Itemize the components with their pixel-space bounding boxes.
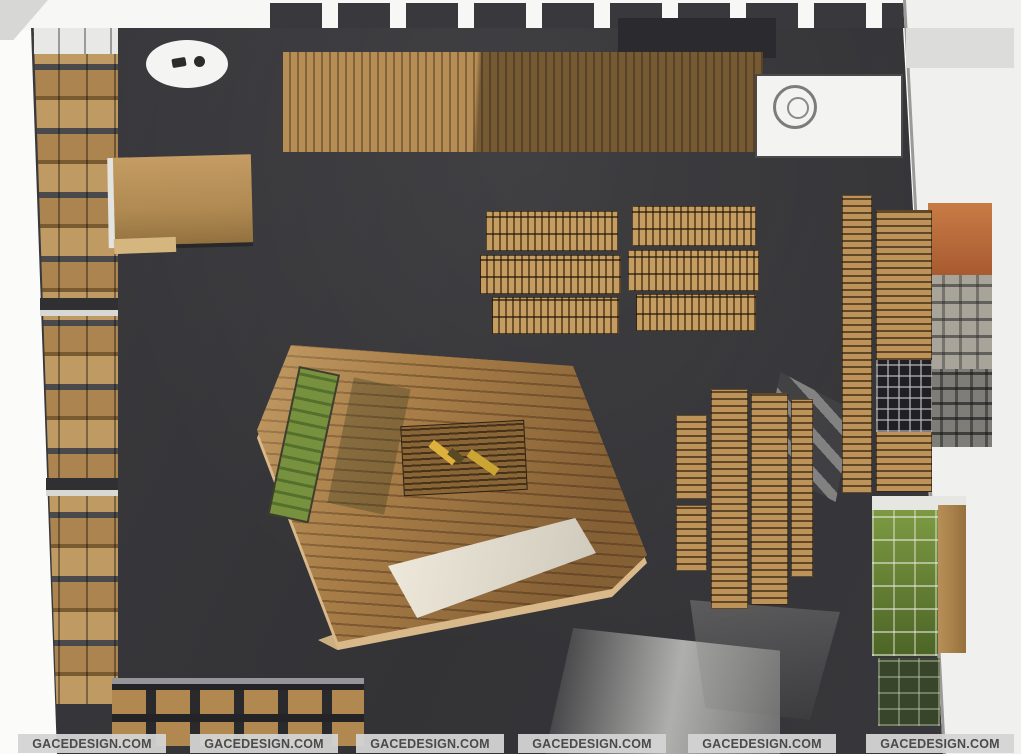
fixture-detail bbox=[194, 56, 205, 67]
slat-display-table bbox=[628, 250, 759, 291]
green-shelf-unit bbox=[872, 510, 938, 656]
slat-display-table bbox=[486, 211, 618, 251]
vertical-slat-rack bbox=[711, 389, 748, 609]
shelf-top-edge bbox=[40, 310, 118, 316]
slat-panel-shadow bbox=[283, 52, 763, 152]
wood-desk bbox=[113, 154, 253, 246]
slat-display-table bbox=[492, 297, 619, 334]
vertical-slat-rack bbox=[676, 505, 707, 571]
green-shelf-unit-small bbox=[878, 658, 940, 726]
wall-poster-top bbox=[928, 203, 992, 275]
shelf-top-edge bbox=[46, 490, 118, 496]
watermark-text: GACEDESIGN.COM bbox=[204, 737, 323, 751]
hvac-fan-hub bbox=[787, 97, 809, 119]
skylight-panels bbox=[270, 3, 905, 28]
slat-display-table bbox=[632, 206, 756, 246]
rack-cubby-grid bbox=[876, 360, 932, 432]
watermark-text: GACEDESIGN.COM bbox=[370, 737, 489, 751]
ceiling-light-fixture bbox=[146, 40, 228, 88]
green-shelf-wood-side bbox=[938, 505, 966, 653]
vertical-slat-rack bbox=[676, 415, 707, 499]
store-interior-render: GACEDESIGN.COM GACEDESIGN.COM GACEDESIGN… bbox=[0, 0, 1021, 754]
watermark-text: GACEDESIGN.COM bbox=[32, 737, 151, 751]
desk-front-edge bbox=[114, 237, 176, 254]
vertical-slat-rack bbox=[751, 393, 788, 605]
tall-slat-rack bbox=[876, 210, 932, 492]
watermark-text: GACEDESIGN.COM bbox=[532, 737, 651, 751]
wall-shadow-band bbox=[906, 28, 1014, 68]
watermark-text: GACEDESIGN.COM bbox=[702, 737, 821, 751]
slat-display-table bbox=[636, 294, 756, 331]
wall-poster-bottom bbox=[928, 369, 992, 447]
tall-slat-rack bbox=[842, 195, 872, 493]
vertical-slat-rack bbox=[791, 399, 813, 577]
slat-display-table bbox=[480, 255, 621, 294]
wall-poster-grid bbox=[928, 275, 992, 369]
watermark-bar: GACEDESIGN.COM bbox=[866, 734, 1014, 753]
watermark-text: GACEDESIGN.COM bbox=[880, 737, 999, 751]
watermark-bar: GACEDESIGN.COM bbox=[190, 734, 338, 753]
shelf-top-surfaces bbox=[34, 28, 118, 54]
watermark-bar: GACEDESIGN.COM bbox=[688, 734, 836, 753]
watermark-bar: GACEDESIGN.COM bbox=[18, 734, 166, 753]
watermark-bar: GACEDESIGN.COM bbox=[518, 734, 666, 753]
watermark-bar: GACEDESIGN.COM bbox=[356, 734, 504, 753]
